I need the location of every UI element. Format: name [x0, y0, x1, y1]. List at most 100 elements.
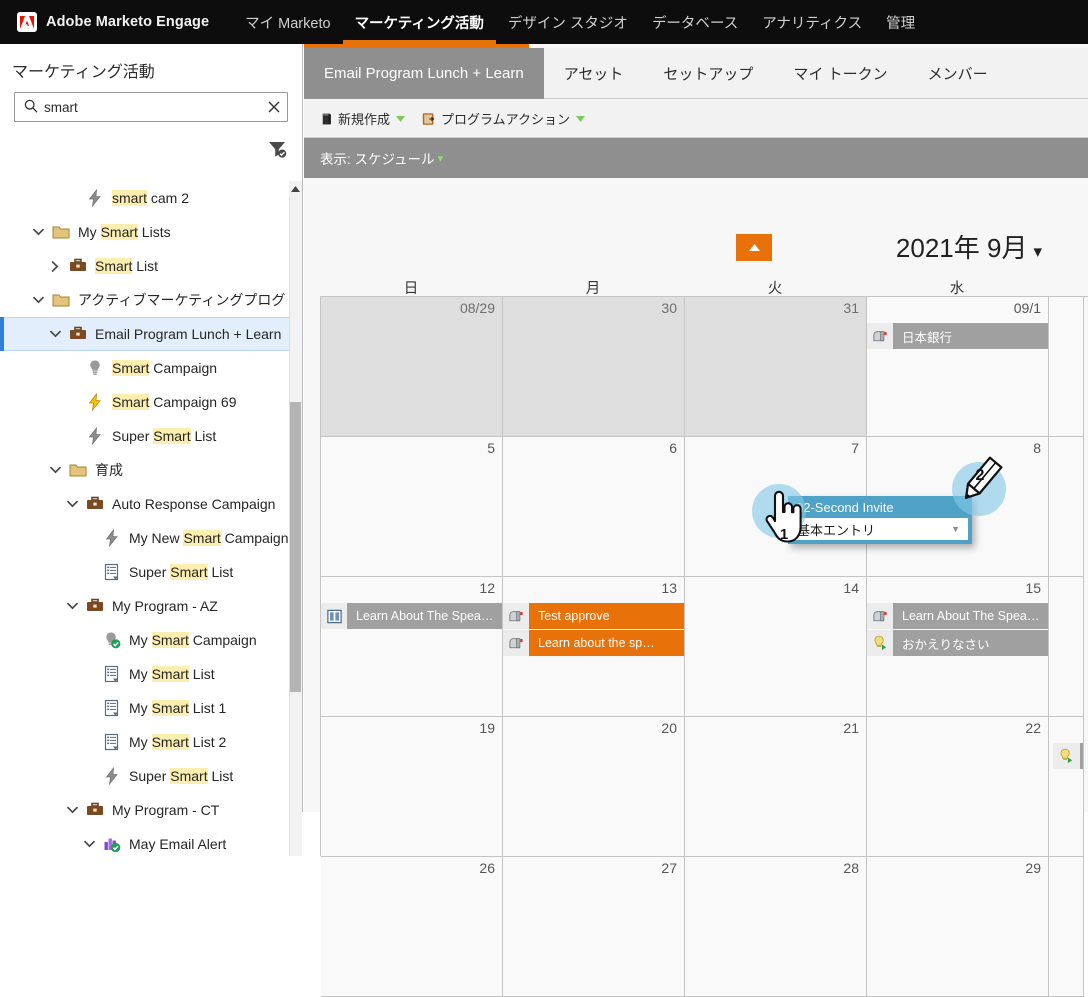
- search-box[interactable]: [14, 92, 288, 122]
- tab-1[interactable]: Email Program Lunch + Learn: [304, 48, 544, 99]
- tree-item[interactable]: Super Smart List: [0, 555, 290, 589]
- top-navigation-bar: Adobe Marketo Engage マイ Marketo マーケティング活動…: [0, 0, 1088, 44]
- marketing-activities-sidebar: マーケティング活動 smart cam 2My Smart Lists Smart…: [0, 44, 303, 856]
- tab-4[interactable]: マイ トークン: [773, 48, 907, 99]
- tree-item[interactable]: My Program - AZ: [0, 589, 290, 623]
- calendar-day-cell[interactable]: 30: [503, 297, 685, 437]
- calendar-day-cell[interactable]: 20: [503, 717, 685, 857]
- tree-item[interactable]: My Program - CT: [0, 793, 290, 827]
- calendar-day-cell[interactable]: 22: [867, 717, 1049, 857]
- tree-item[interactable]: My Smart List 2: [0, 725, 290, 759]
- tree-item[interactable]: Super Smart List: [0, 419, 290, 453]
- scroll-up-arrow-icon[interactable]: [289, 181, 302, 197]
- tree-item[interactable]: smart cam 2: [0, 181, 290, 215]
- calendar-day-cell-partial[interactable]: [1049, 437, 1084, 577]
- page-title: マーケティング活動: [12, 64, 155, 81]
- lightning-gray-icon: [83, 427, 107, 445]
- tree-item[interactable]: My New Smart Campaign: [0, 521, 290, 555]
- search-input[interactable]: [44, 99, 261, 115]
- nav-item-5[interactable]: アナリティクス: [750, 0, 874, 44]
- calendar-event[interactable]: Learn About The Spea…: [867, 603, 1048, 629]
- calendar-event[interactable]: Learn About The Spea…: [321, 603, 502, 629]
- day-number: 21: [843, 720, 859, 736]
- calendar-day-cell[interactable]: 6: [503, 437, 685, 577]
- nav-item-3[interactable]: デザイン スタジオ: [496, 0, 640, 44]
- bulb-run-icon[interactable]: [1053, 743, 1083, 769]
- entry-type-dropdown[interactable]: 基本エントリ ▼: [792, 518, 968, 540]
- calendar-day-cell-partial[interactable]: [1049, 577, 1084, 717]
- chevron-down-icon[interactable]: [61, 602, 83, 610]
- calendar-day-cell[interactable]: 09/1 日本銀行: [867, 297, 1049, 437]
- sidebar-scrollbar-thumb[interactable]: [290, 402, 301, 692]
- tree-item[interactable]: Super Smart List: [0, 759, 290, 793]
- tree-item-selected[interactable]: Email Program Lunch + Learn: [0, 317, 290, 351]
- tree-item[interactable]: Auto Response Campaign: [0, 487, 290, 521]
- chevron-right-icon[interactable]: [44, 260, 66, 272]
- calendar-day-cell[interactable]: 15 Learn About The Spea… おかえりなさい: [867, 577, 1049, 717]
- calendar-event[interactable]: Learn about the sp…: [503, 630, 684, 656]
- briefcase-icon: [66, 257, 90, 275]
- search-match: Smart: [151, 666, 189, 682]
- chevron-down-icon[interactable]: [61, 500, 83, 508]
- month-year-selector[interactable]: 2021年 9月 ▾: [896, 228, 1042, 265]
- calendar-day-cell[interactable]: 19: [321, 717, 503, 857]
- tab-3[interactable]: セットアップ: [643, 48, 773, 99]
- calendar-day-cell-partial[interactable]: [1049, 297, 1084, 437]
- drag-preview-card[interactable]: 02-Second Invite 基本エントリ ▼: [788, 496, 972, 544]
- calendar-event[interactable]: 日本銀行: [867, 323, 1048, 349]
- tab-5[interactable]: メンバー: [908, 48, 1008, 99]
- nav-item-1[interactable]: マイ Marketo: [233, 0, 342, 44]
- view-selector-label: 表示: スケジュール: [320, 152, 435, 167]
- tree-item[interactable]: Smart Campaign: [0, 351, 290, 385]
- collapse-button[interactable]: [736, 234, 772, 261]
- chevron-down-icon[interactable]: [396, 111, 406, 126]
- calendar-day-cell[interactable]: 14: [685, 577, 867, 717]
- chevron-down-icon[interactable]: [27, 296, 49, 304]
- chevron-down-icon[interactable]: [575, 111, 585, 126]
- calendar-day-cell[interactable]: 21: [685, 717, 867, 857]
- calendar-day-cell[interactable]: 28: [685, 857, 867, 997]
- calendar-day-cell[interactable]: 5: [321, 437, 503, 577]
- lightning-yellow-icon: [83, 393, 107, 411]
- toolbar-button-1[interactable]: 新規作成: [320, 109, 406, 128]
- tree-item[interactable]: Smart List: [0, 249, 290, 283]
- calendar-event-label: Learn About The Spea…: [347, 603, 502, 629]
- tree-item[interactable]: My Smart Lists: [0, 215, 290, 249]
- chevron-down-icon[interactable]: [44, 330, 66, 338]
- tree-item[interactable]: My Smart List: [0, 657, 290, 691]
- chevron-down-icon[interactable]: [27, 228, 49, 236]
- calendar-day-cell[interactable]: 31: [685, 297, 867, 437]
- filter-icon[interactable]: [266, 138, 290, 162]
- calendar-day-cell[interactable]: 29: [867, 857, 1049, 997]
- calendar-day-cell-partial[interactable]: [1049, 717, 1084, 857]
- toolbar-button-2[interactable]: プログラムアクション: [421, 109, 585, 128]
- calendar-day-cell[interactable]: 08/29: [321, 297, 503, 437]
- tree-item[interactable]: My Smart List 1: [0, 691, 290, 725]
- calendar-day-cell[interactable]: 27: [503, 857, 685, 997]
- tree-item[interactable]: Smart Campaign 69: [0, 385, 290, 419]
- chevron-down-icon[interactable]: [61, 806, 83, 814]
- calendar-day-cell-partial[interactable]: [1049, 857, 1084, 997]
- tree-item[interactable]: 育成: [0, 453, 290, 487]
- close-icon[interactable]: [261, 94, 287, 120]
- chevron-down-icon[interactable]: [78, 840, 100, 848]
- nav-item-4[interactable]: データベース: [640, 0, 750, 44]
- calendar-day-cell[interactable]: 13 Test approve Learn about the sp…: [503, 577, 685, 717]
- day-events: Learn About The Spea…: [321, 603, 502, 630]
- calendar-day-cell[interactable]: 12 Learn About The Spea…: [321, 577, 503, 717]
- nav-item-6[interactable]: 管理: [874, 0, 927, 44]
- chevron-down-icon[interactable]: [44, 466, 66, 474]
- calendar-event[interactable]: Test approve: [503, 603, 684, 629]
- calendar-event[interactable]: おかえりなさい: [867, 630, 1048, 656]
- tab-2[interactable]: アセット: [544, 48, 644, 99]
- calendar-day-cell[interactable]: 26: [321, 857, 503, 997]
- tree-item[interactable]: アクティブマーケティングプログ: [0, 283, 290, 317]
- tree-item[interactable]: My Smart Campaign: [0, 623, 290, 657]
- tree-item-label: 育成: [95, 462, 123, 478]
- tree-item-label: Smart List: [95, 258, 159, 274]
- nav-item-2[interactable]: マーケティング活動: [342, 0, 497, 44]
- view-selector-bar[interactable]: 表示: スケジュール ▾: [304, 138, 1088, 178]
- tree-item[interactable]: May Email Alert: [0, 827, 290, 856]
- briefcase-icon: [66, 325, 90, 343]
- tree-item-label: My Smart List 1: [129, 700, 227, 716]
